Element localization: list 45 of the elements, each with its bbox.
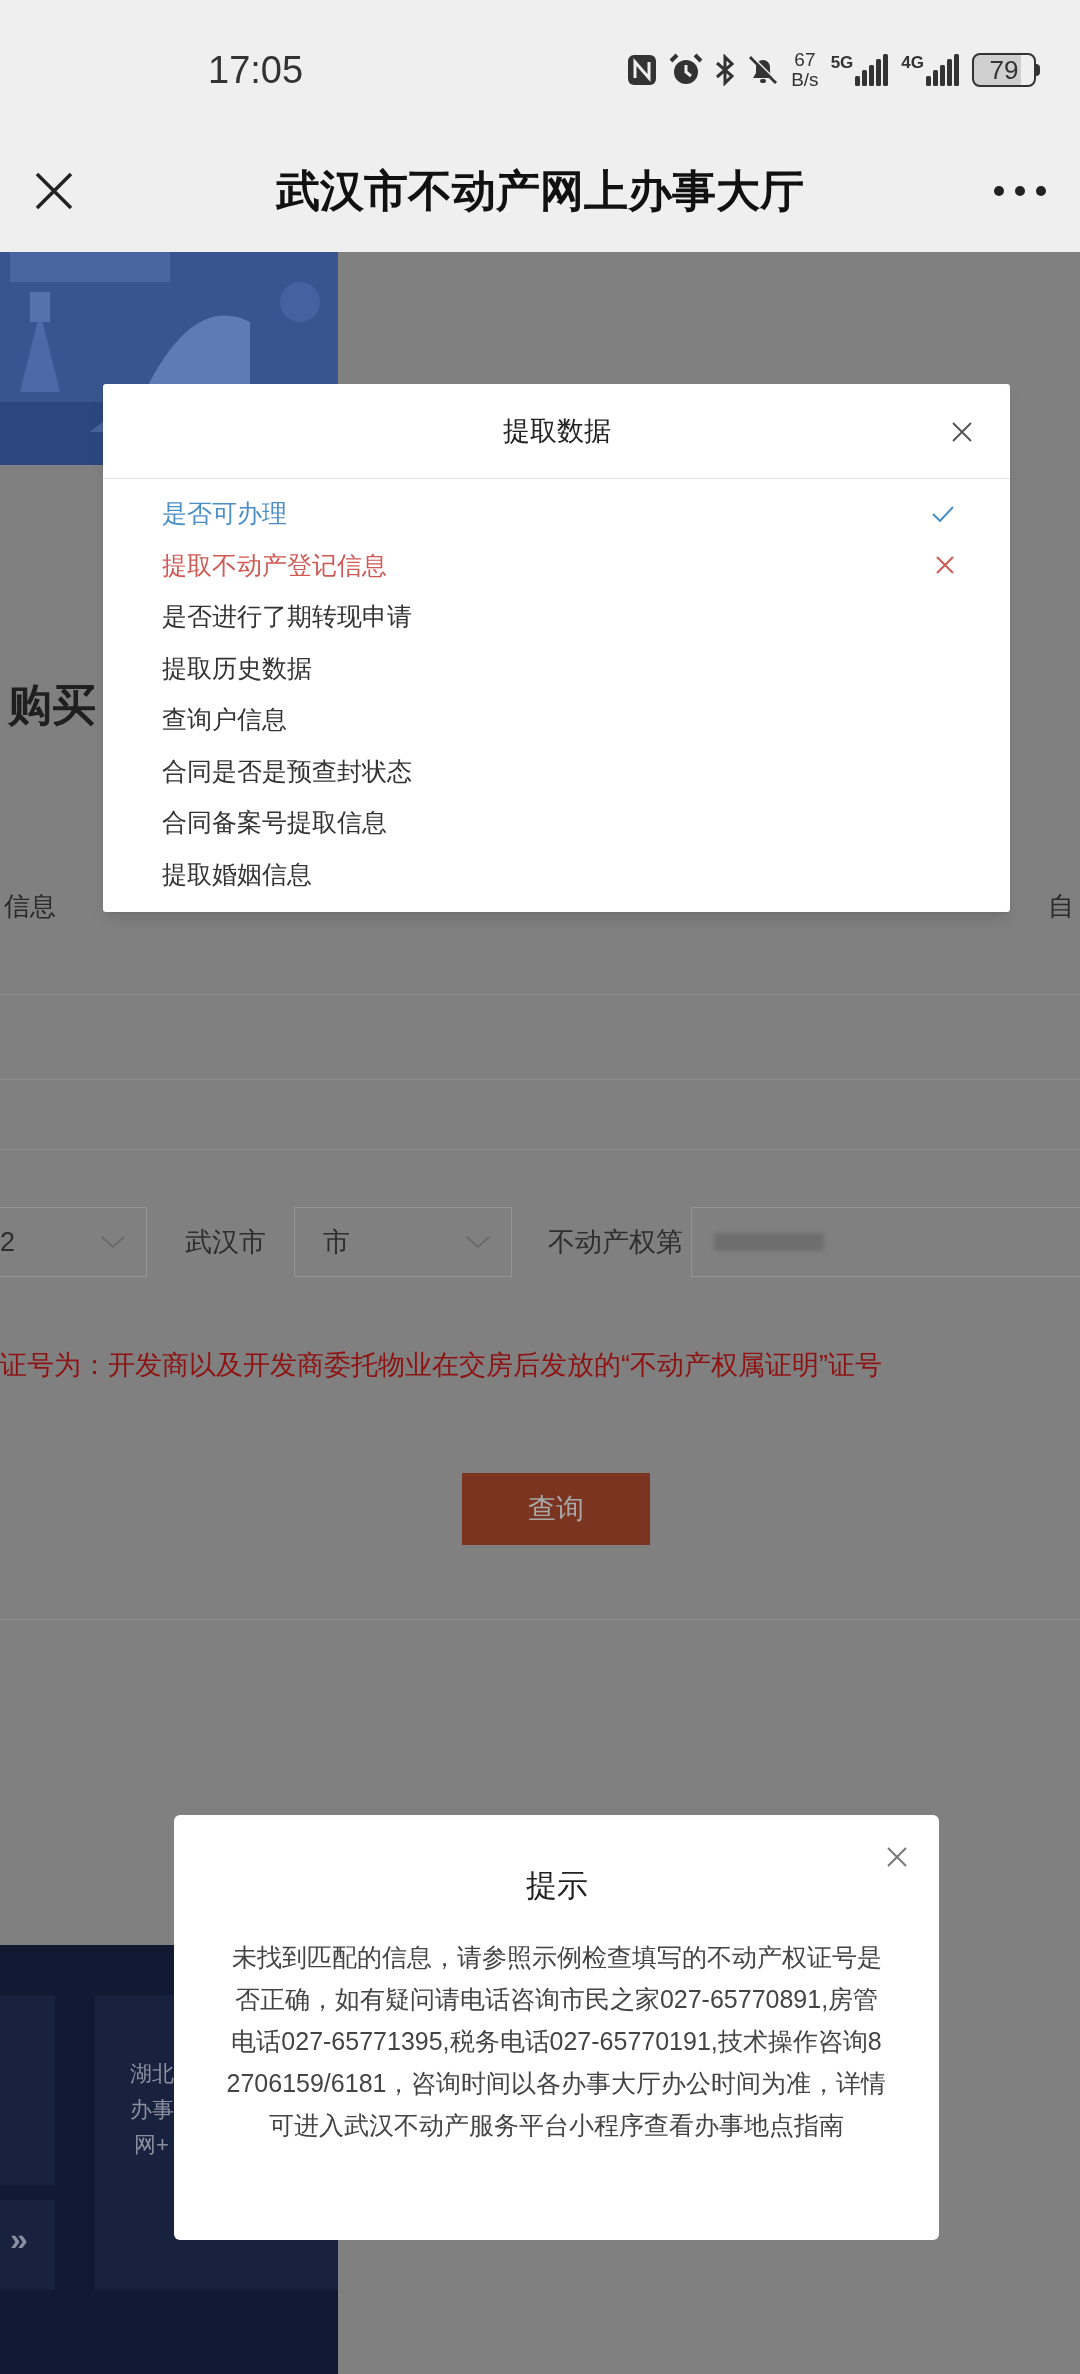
select-field[interactable]: 2 bbox=[0, 1207, 147, 1277]
extract-item: 合同是否是预查封状态 bbox=[162, 755, 412, 787]
certificate-label: 不动产权第 bbox=[548, 1225, 683, 1259]
network-speed-unit: B/s bbox=[791, 70, 819, 90]
alarm-icon bbox=[669, 53, 704, 87]
extract-item: 查询户信息 bbox=[162, 704, 287, 735]
battery-level: 79 bbox=[972, 53, 1036, 87]
notice-message: 未找到匹配的信息，请参照示例检查填写的不动产权证号是否正确，如有疑问请电话咨询市民之家027-65770891,房管电话027-65771395,税务电话027-65770191,技术操作咨询82706159/6181，咨询时间以各办事大厅办公时间为准，详情可进入武汉不动产服务平台小程序查看办事地点指南 bbox=[226, 1941, 887, 2141]
cross-icon bbox=[936, 556, 954, 575]
footer-text: 办事 bbox=[130, 2096, 174, 2124]
query-button[interactable]: 查询 bbox=[462, 1473, 650, 1545]
bluetooth-icon bbox=[715, 54, 736, 86]
check-icon bbox=[932, 505, 954, 522]
more-arrows[interactable]: » bbox=[10, 2215, 28, 2263]
hint-text: 证号为：开发商以及开发商委托物业在交房后发放的“不动产权属证明”证号 bbox=[0, 1348, 882, 1382]
page-title: 武汉市不动产网上办事大厅 bbox=[276, 165, 804, 217]
input-field[interactable] bbox=[691, 1207, 1080, 1277]
tab-label[interactable]: 信息 bbox=[4, 886, 56, 926]
extract-item: 提取历史数据 bbox=[162, 652, 312, 684]
close-icon bbox=[887, 1847, 907, 1867]
close-icon bbox=[952, 422, 972, 442]
footer-text: 湖北 bbox=[130, 2060, 174, 2088]
extract-item: 合同备案号提取信息 bbox=[162, 807, 387, 838]
extract-item: 是否进行了期转现申请 bbox=[162, 601, 412, 632]
extract-item: 提取不动产登记信息 bbox=[162, 549, 387, 581]
network-type: 4G bbox=[901, 54, 924, 72]
section-heading: 购买 bbox=[8, 679, 96, 731]
footer-text: 网+ bbox=[134, 2131, 169, 2159]
network-speed: 67 bbox=[794, 50, 816, 70]
bell-muted-icon bbox=[747, 54, 780, 86]
more-icon bbox=[994, 186, 1046, 196]
signal-icon bbox=[926, 54, 960, 86]
dialog-title: 提取数据 bbox=[502, 414, 611, 448]
close-icon bbox=[34, 171, 74, 211]
nfc-icon bbox=[627, 54, 658, 86]
extract-item: 是否可办理 bbox=[162, 498, 287, 529]
clock-time: 17:05 bbox=[208, 47, 304, 93]
extract-item: 提取婚姻信息 bbox=[162, 858, 312, 890]
city-label: 武汉市 bbox=[185, 1225, 266, 1259]
select-field[interactable]: 市 bbox=[294, 1207, 512, 1277]
close-button[interactable] bbox=[950, 420, 974, 444]
dialog-title: 提示 bbox=[525, 1867, 588, 1905]
tab-label[interactable]: 自 bbox=[1048, 886, 1074, 926]
signal-icon bbox=[855, 54, 890, 86]
network-type: 5G bbox=[830, 54, 854, 72]
